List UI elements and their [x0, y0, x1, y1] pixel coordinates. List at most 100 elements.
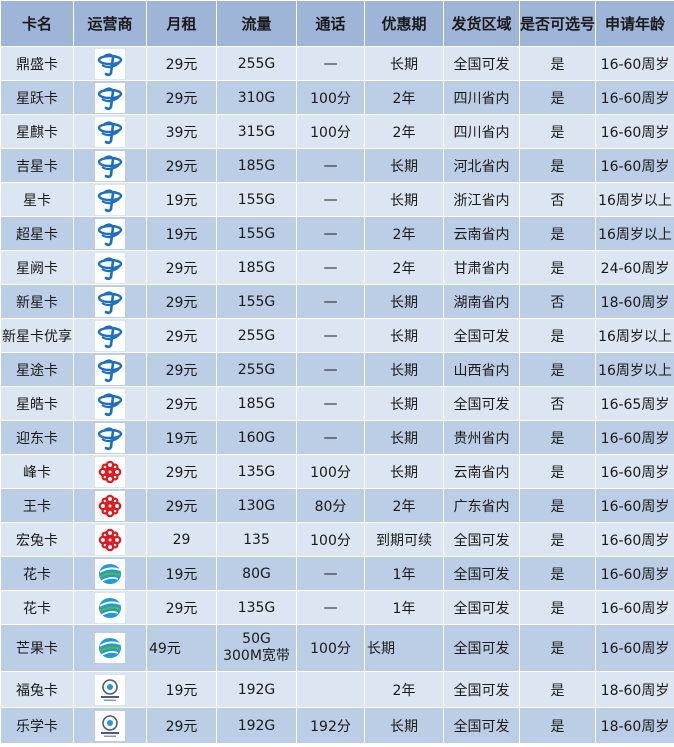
data-allowance: 185G [216, 148, 297, 183]
call-minutes: 80分 [296, 488, 365, 523]
telecom-logo-icon [97, 425, 123, 451]
choose-number: 否 [519, 182, 596, 217]
monthly-fee: 29 [146, 522, 217, 557]
telecom-logo-icon [97, 357, 123, 383]
discount-period: 2年 [364, 671, 444, 708]
shipping-region: 全国可发 [443, 386, 520, 421]
data-allowance-line2: 300M宽带 [223, 648, 290, 664]
call-minutes: 100分 [296, 624, 365, 672]
call-minutes: 100分 [296, 80, 365, 115]
shipping-region: 浙江省内 [443, 182, 520, 217]
shipping-region: 四川省内 [443, 114, 520, 149]
age-requirement: 18-60周岁 [595, 671, 674, 708]
table-row: 福兔卡 19元 192G 2年 全国可发是 18-60周岁 [0, 671, 674, 708]
call-minutes [296, 671, 365, 708]
shipping-region: 湖南省内 [443, 284, 520, 319]
carrier-cell [73, 216, 147, 251]
call-minutes: — [296, 216, 365, 251]
carrier-cell [73, 707, 147, 744]
discount-period: 长期 [364, 352, 444, 387]
table-row: 新星卡 29元 155G — 长期 湖南省内否 18-60周岁 [0, 284, 674, 319]
data-allowance: 192G [216, 671, 297, 708]
age-requirement: 16-65周岁 [595, 386, 674, 421]
data-allowance: 135 [216, 522, 297, 557]
header-data: 流量 [216, 0, 297, 47]
table-row: 王卡 29元 130G 80分 2年 广东省内是 16-60周岁 [0, 488, 674, 523]
carrier-cell [73, 114, 147, 149]
shipping-region: 全国可发 [443, 624, 520, 672]
age-requirement: 16-60周岁 [595, 556, 674, 591]
data-allowance: 130G [216, 488, 297, 523]
table-row: 芒果卡 49元 50G 300M宽带 100分 长期 全国可发是 16-60周岁 [0, 624, 674, 672]
discount-period: 长期 [364, 624, 444, 672]
choose-number: 是 [519, 590, 596, 625]
age-requirement: 18-60周岁 [595, 284, 674, 319]
carrier-cell [73, 318, 147, 353]
data-allowance: 185G [216, 250, 297, 285]
call-minutes: 100分 [296, 114, 365, 149]
carrier-cell [73, 386, 147, 421]
discount-period: 长期 [364, 454, 444, 489]
discount-period: 长期 [364, 318, 444, 353]
data-allowance: 155G [216, 284, 297, 319]
card-name: 星跃卡 [0, 80, 74, 115]
age-requirement: 16-60周岁 [595, 80, 674, 115]
call-minutes: — [296, 386, 365, 421]
card-name: 新星卡优享 [0, 318, 74, 353]
shipping-region: 云南省内 [443, 454, 520, 489]
table-row: 乐学卡 29元 192G 192分 长期 全国可发是 18-60周岁 [0, 707, 674, 744]
telecom-logo-icon [97, 187, 123, 213]
age-requirement: 16周岁以上 [595, 318, 674, 353]
monthly-fee: 29元 [146, 590, 217, 625]
carrier-cell [73, 250, 147, 285]
header-period: 优惠期 [364, 0, 444, 47]
unicom-logo-icon [97, 493, 123, 519]
table-row: 吉星卡 29元 185G — 长期 河北省内是 16-60周岁 [0, 148, 674, 183]
age-requirement: 16周岁以上 [595, 352, 674, 387]
monthly-fee: 19元 [146, 182, 217, 217]
card-plan-table: 卡名 运营商 月租 流量 通话 优惠期 发货区域 是否可选号 申请年龄 鼎盛卡 2… [0, 0, 674, 744]
choose-number: 是 [519, 216, 596, 251]
data-allowance: 80G [216, 556, 297, 591]
choose-number: 是 [519, 148, 596, 183]
age-requirement: 18-60周岁 [595, 707, 674, 744]
age-requirement: 16-60周岁 [595, 590, 674, 625]
telecom-logo-icon [97, 51, 123, 77]
age-requirement: 16周岁以上 [595, 216, 674, 251]
data-allowance: 135G [216, 590, 297, 625]
carrier-cell [73, 182, 147, 217]
monthly-fee: 19元 [146, 671, 217, 708]
carrier-cell [73, 488, 147, 523]
card-name: 鼎盛卡 [0, 46, 74, 81]
shipping-region: 云南省内 [443, 216, 520, 251]
header-carrier: 运营商 [73, 0, 147, 47]
choose-number: 是 [519, 46, 596, 81]
discount-period: 2年 [364, 80, 444, 115]
mobile-logo-icon [97, 595, 123, 621]
header-row: 卡名 运营商 月租 流量 通话 优惠期 发货区域 是否可选号 申请年龄 [0, 0, 674, 47]
table-row: 鼎盛卡 29元 255G — 长期 全国可发是 16-60周岁 [0, 46, 674, 81]
monthly-fee: 29元 [146, 352, 217, 387]
unicom-logo-icon [97, 459, 123, 485]
monthly-fee: 29元 [146, 46, 217, 81]
call-minutes: — [296, 352, 365, 387]
data-allowance: 155G [216, 216, 297, 251]
call-minutes: 100分 [296, 522, 365, 557]
shipping-region: 全国可发 [443, 556, 520, 591]
discount-period: 1年 [364, 556, 444, 591]
choose-number: 是 [519, 352, 596, 387]
mobile-logo-icon [97, 635, 123, 661]
age-requirement: 16-60周岁 [595, 624, 674, 672]
table-row: 星皓卡 29元 185G — 长期 全国可发否 16-65周岁 [0, 386, 674, 421]
carrier-cell [73, 420, 147, 455]
monthly-fee: 19元 [146, 216, 217, 251]
choose-number: 是 [519, 522, 596, 557]
data-allowance-line1: 50G [242, 631, 271, 647]
call-minutes: 192分 [296, 707, 365, 744]
card-name: 星阙卡 [0, 250, 74, 285]
call-minutes: — [296, 250, 365, 285]
call-minutes: — [296, 590, 365, 625]
shipping-region: 全国可发 [443, 590, 520, 625]
monthly-fee: 29元 [146, 488, 217, 523]
card-name: 花卡 [0, 556, 74, 591]
